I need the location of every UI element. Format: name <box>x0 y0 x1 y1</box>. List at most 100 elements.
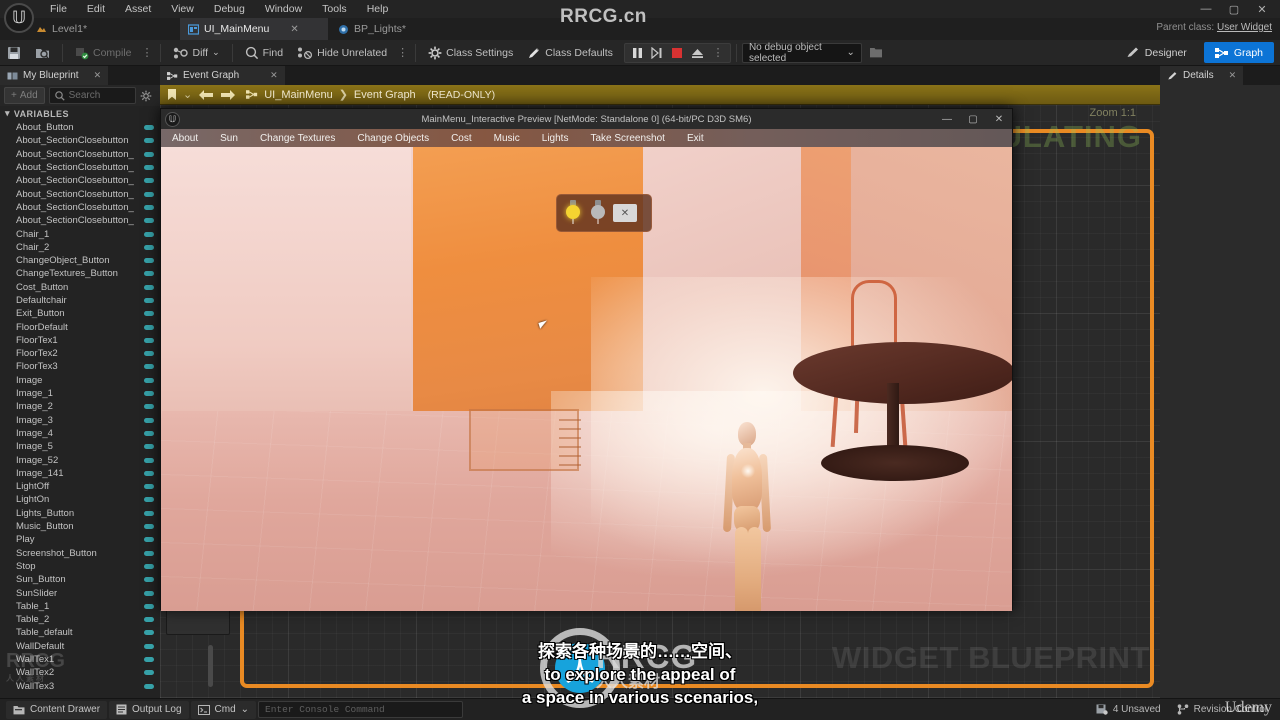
variable-pin-icon[interactable] <box>144 258 154 264</box>
variable-row[interactable]: ChangeTextures_Button <box>0 267 160 280</box>
variable-row[interactable]: About_SectionClosebutton_ <box>0 187 160 200</box>
variable-pin-icon[interactable] <box>144 430 154 436</box>
variable-row[interactable]: About_SectionClosebutton <box>0 134 160 147</box>
light-popup-close-button[interactable]: ✕ <box>613 204 637 222</box>
variable-row[interactable]: Image_5 <box>0 440 160 453</box>
variable-pin-icon[interactable] <box>144 617 154 623</box>
variable-row[interactable]: LightOff <box>0 480 160 493</box>
variable-row[interactable]: Sun_Button <box>0 573 160 586</box>
variable-pin-icon[interactable] <box>144 537 154 543</box>
class-settings-button[interactable]: Class Settings <box>422 42 519 64</box>
variable-row[interactable]: Image_52 <box>0 453 160 466</box>
tab-ui-mainmenu[interactable]: UI_MainMenu ✕ <box>180 18 328 40</box>
variable-row[interactable]: Play <box>0 533 160 546</box>
preview-menu-change-objects[interactable]: Change Objects <box>346 133 440 144</box>
arrow-left-icon[interactable] <box>198 89 214 101</box>
light-bulb-off-icon[interactable] <box>588 200 608 226</box>
variable-pin-icon[interactable] <box>144 643 154 649</box>
variable-pin-icon[interactable] <box>144 337 154 343</box>
bookmark-icon[interactable] <box>167 88 177 101</box>
preview-menu-exit[interactable]: Exit <box>676 133 715 144</box>
variable-row[interactable]: Table_2 <box>0 613 160 626</box>
variable-pin-icon[interactable] <box>144 125 154 131</box>
variable-pin-icon[interactable] <box>144 178 154 184</box>
preview-menu-music[interactable]: Music <box>483 133 531 144</box>
variable-pin-icon[interactable] <box>144 298 154 303</box>
variable-pin-icon[interactable] <box>144 657 154 663</box>
variable-pin-icon[interactable] <box>144 231 154 237</box>
menu-tools[interactable]: Tools <box>312 1 357 17</box>
breadcrumb-leaf[interactable]: Event Graph <box>354 89 416 101</box>
variable-pin-icon[interactable] <box>144 191 154 197</box>
variable-row[interactable]: FloorTex3 <box>0 360 160 373</box>
bookmark-chevron-icon[interactable]: ⌄ <box>183 88 192 101</box>
variable-pin-icon[interactable] <box>144 244 154 250</box>
variable-row[interactable]: About_Button <box>0 121 160 134</box>
variable-row[interactable]: FloorDefault <box>0 320 160 333</box>
variable-row[interactable]: Lights_Button <box>0 507 160 520</box>
breadcrumb-root[interactable]: UI_MainMenu <box>264 89 332 101</box>
menu-debug[interactable]: Debug <box>204 1 255 17</box>
variable-row[interactable]: Table_default <box>0 626 160 639</box>
console-command-input[interactable]: Enter Console Command <box>258 701 464 718</box>
class-defaults-button[interactable]: Class Defaults <box>521 42 619 64</box>
interactive-preview-window[interactable]: 𝕌 MainMenu_Interactive Preview [NetMode:… <box>160 108 1013 611</box>
variable-row[interactable]: ChangeObject_Button <box>0 254 160 267</box>
variable-pin-icon[interactable] <box>144 550 154 556</box>
close-icon[interactable]: ✕ <box>1229 70 1237 81</box>
variable-pin-icon[interactable] <box>144 497 154 503</box>
variable-pin-icon[interactable] <box>144 444 154 450</box>
add-variable-button[interactable]: + Add <box>4 87 45 104</box>
stop-icon[interactable] <box>668 44 687 62</box>
search-input[interactable]: Search <box>48 87 136 104</box>
graph-mode-button[interactable]: Graph <box>1203 42 1274 63</box>
variable-row[interactable]: SunSlider <box>0 586 160 599</box>
variable-row[interactable]: Stop <box>0 560 160 573</box>
variable-pin-icon[interactable] <box>144 138 154 144</box>
graph-vertical-scrollbar[interactable] <box>208 645 213 687</box>
menu-file[interactable]: File <box>40 1 77 17</box>
variable-pin-icon[interactable] <box>144 311 154 317</box>
variable-row[interactable]: About_SectionClosebutton_ <box>0 161 160 174</box>
variable-row[interactable]: About_SectionClosebutton_ <box>0 174 160 187</box>
variable-pin-icon[interactable] <box>144 165 154 171</box>
tab-event-graph[interactable]: Event Graph ✕ <box>160 66 285 85</box>
variable-row[interactable]: About_SectionClosebutton_ <box>0 201 160 214</box>
preview-menu-take-screenshot[interactable]: Take Screenshot <box>579 133 676 144</box>
variable-pin-icon[interactable] <box>144 324 154 330</box>
parent-class-link[interactable]: User Widget <box>1217 22 1272 33</box>
debug-object-select[interactable]: No debug object selected ⌄ <box>741 42 862 64</box>
menu-window[interactable]: Window <box>255 1 312 17</box>
frame-skip-icon[interactable] <box>648 44 667 62</box>
menu-asset[interactable]: Asset <box>115 1 161 17</box>
variable-row[interactable]: Image_3 <box>0 414 160 427</box>
close-button[interactable]: ✕ <box>1248 0 1276 18</box>
variable-pin-icon[interactable] <box>144 377 154 383</box>
variable-pin-icon[interactable] <box>144 151 154 157</box>
light-toggle-popup[interactable]: ✕ <box>556 194 652 232</box>
variable-row[interactable]: LightOn <box>0 493 160 506</box>
preview-menu-sun[interactable]: Sun <box>209 133 249 144</box>
my-blueprint-settings-button[interactable] <box>140 90 156 102</box>
browse-content-button[interactable] <box>29 42 56 64</box>
variables-section-header[interactable]: ▾ VARIABLES <box>0 106 160 121</box>
save-button[interactable] <box>1 42 27 64</box>
variable-pin-icon[interactable] <box>144 391 154 397</box>
variable-pin-icon[interactable] <box>144 364 154 370</box>
variable-pin-icon[interactable] <box>144 218 154 224</box>
eject-icon[interactable] <box>688 44 707 62</box>
variable-row[interactable]: Image_141 <box>0 467 160 480</box>
content-drawer-button[interactable]: Content Drawer <box>6 700 108 719</box>
variable-row[interactable]: FloorTex1 <box>0 334 160 347</box>
variable-pin-icon[interactable] <box>144 670 154 676</box>
variable-row[interactable]: Cost_Button <box>0 281 160 294</box>
variable-row[interactable]: Image_2 <box>0 400 160 413</box>
pause-icon[interactable] <box>628 44 647 62</box>
arrow-right-icon[interactable] <box>220 89 236 101</box>
variable-pin-icon[interactable] <box>144 603 154 609</box>
unreal-logo-icon[interactable]: 𝕌 <box>4 3 34 33</box>
compile-options-kebab[interactable]: ⋮ <box>139 46 155 59</box>
variable-row[interactable]: Image_4 <box>0 427 160 440</box>
tab-details[interactable]: Details ✕ <box>1160 66 1244 85</box>
variable-pin-icon[interactable] <box>144 563 154 569</box>
